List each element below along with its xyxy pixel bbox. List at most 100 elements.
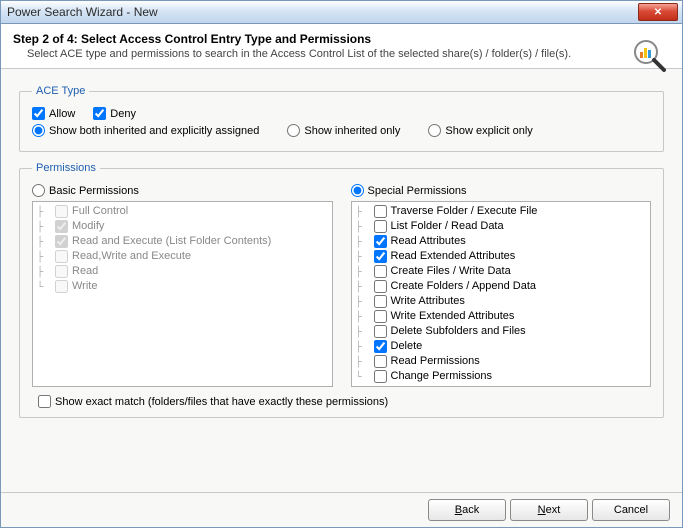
permission-checkbox[interactable] xyxy=(374,370,387,383)
list-item: ├Write Extended Attributes xyxy=(356,309,647,324)
list-item: ├ Modify xyxy=(37,219,328,234)
tree-line-icon: ├ xyxy=(37,265,53,279)
close-icon: ✕ xyxy=(654,7,662,18)
permission-checkbox[interactable] xyxy=(374,325,387,338)
window-title: Power Search Wizard - New xyxy=(7,5,638,19)
permission-label: Read Attributes xyxy=(391,234,466,249)
deny-checkbox[interactable] xyxy=(93,107,106,120)
list-item: ├ Traverse Folder / Execute File xyxy=(356,204,647,219)
permission-label: Read Extended Attributes xyxy=(391,249,516,264)
permission-label: Create Folders / Append Data xyxy=(391,279,537,294)
list-item: ├Read xyxy=(37,264,328,279)
permission-label: Full Control xyxy=(72,204,128,219)
basic-permissions-list[interactable]: ├Full Control├Modify├Read and Execute (L… xyxy=(32,201,333,387)
tree-line-icon: ├ xyxy=(37,205,53,219)
tree-line-icon: ├ xyxy=(356,340,372,354)
permission-checkbox[interactable] xyxy=(374,235,387,248)
step-subtitle: Select ACE type and permissions to searc… xyxy=(27,48,622,60)
tree-line-icon: ├ xyxy=(356,355,372,369)
special-permissions-radio-label[interactable]: Special Permissions xyxy=(351,184,652,197)
permission-checkbox[interactable] xyxy=(374,250,387,263)
permission-checkbox[interactable] xyxy=(374,355,387,368)
list-item: ├ Delete xyxy=(356,339,647,354)
special-permissions-list[interactable]: ├ Traverse Folder / Execute File ├ List Fol… xyxy=(351,201,652,387)
basic-permissions-radio[interactable] xyxy=(32,184,45,197)
tree-line-icon: └ xyxy=(356,370,372,384)
tree-line-icon: ├ xyxy=(356,220,372,234)
show-explicit-text: Show explicit only xyxy=(445,125,532,137)
basic-permissions-radio-label[interactable]: Basic Permissions xyxy=(32,184,333,197)
permission-label: Traverse Folder / Execute File xyxy=(391,204,538,219)
permissions-group: Permissions Basic Permissions ├Full Cont… xyxy=(19,162,664,418)
permission-label: Change Permissions xyxy=(391,369,493,384)
allow-checkbox[interactable] xyxy=(32,107,45,120)
permission-label: Write Attributes xyxy=(391,294,465,309)
search-chart-icon xyxy=(632,38,668,74)
permission-label: List Folder / Read Data xyxy=(391,219,504,234)
permission-label: Read and Execute (List Folder Contents) xyxy=(72,234,271,249)
permission-checkbox[interactable] xyxy=(374,295,387,308)
permission-label: Delete xyxy=(391,339,423,354)
special-permissions-radio[interactable] xyxy=(351,184,364,197)
permission-checkbox[interactable] xyxy=(374,280,387,293)
wizard-window: Power Search Wizard - New ✕ Step 2 of 4:… xyxy=(0,0,683,528)
show-inherited-radio[interactable] xyxy=(287,124,300,137)
permission-label: Write Extended Attributes xyxy=(391,309,515,324)
list-item: ├ Full Control xyxy=(37,204,328,219)
permission-checkbox[interactable] xyxy=(55,220,68,233)
permission-checkbox[interactable] xyxy=(55,280,68,293)
show-both-text: Show both inherited and explicitly assig… xyxy=(49,125,259,137)
tree-line-icon: ├ xyxy=(356,295,372,309)
list-item: ├Delete Subfolders and Files xyxy=(356,324,647,339)
permission-checkbox[interactable] xyxy=(55,235,68,248)
list-item: ├ Write Attributes xyxy=(356,294,647,309)
permission-checkbox[interactable] xyxy=(55,205,68,218)
permission-checkbox[interactable] xyxy=(55,250,68,263)
ace-type-group: ACE Type Allow Deny Show both inherited … xyxy=(19,85,664,152)
list-item: ├ Read Extended Attributes xyxy=(356,249,647,264)
show-explicit-radio-label[interactable]: Show explicit only xyxy=(428,124,532,137)
list-item: ├ List Folder / Read Data xyxy=(356,219,647,234)
permission-checkbox[interactable] xyxy=(374,205,387,218)
deny-checkbox-label[interactable]: Deny xyxy=(93,107,136,120)
cancel-button[interactable]: Cancel xyxy=(592,499,670,521)
special-permissions-column: Special Permissions ├ Traverse Folder / E… xyxy=(351,184,652,387)
deny-text: Deny xyxy=(110,108,136,120)
back-button[interactable]: Back xyxy=(428,499,506,521)
show-explicit-radio[interactable] xyxy=(428,124,441,137)
permission-checkbox[interactable] xyxy=(374,265,387,278)
show-both-radio-label[interactable]: Show both inherited and explicitly assig… xyxy=(32,124,259,137)
list-item: └ Change Permissions xyxy=(356,369,647,384)
permission-checkbox[interactable] xyxy=(374,220,387,233)
permission-checkbox[interactable] xyxy=(55,265,68,278)
next-button[interactable]: Next xyxy=(510,499,588,521)
tree-line-icon: ├ xyxy=(356,205,372,219)
tree-line-icon: ├ xyxy=(37,250,53,264)
tree-line-icon: ├ xyxy=(356,280,372,294)
list-item: └Write xyxy=(37,279,328,294)
window-close-button[interactable]: ✕ xyxy=(638,3,678,21)
special-permissions-text: Special Permissions xyxy=(368,185,467,197)
permission-label: Write xyxy=(72,279,97,294)
tree-line-icon: ├ xyxy=(37,220,53,234)
list-item: ├Read and Execute (List Folder Contents) xyxy=(37,234,328,249)
list-item: ├Read Permissions xyxy=(356,354,647,369)
allow-checkbox-label[interactable]: Allow xyxy=(32,107,75,120)
permission-label: Modify xyxy=(72,219,104,234)
titlebar: Power Search Wizard - New ✕ xyxy=(1,1,682,24)
show-inherited-radio-label[interactable]: Show inherited only xyxy=(287,124,400,137)
tree-line-icon: ├ xyxy=(356,250,372,264)
ace-type-legend: ACE Type xyxy=(32,85,89,97)
list-item: ├ Create Folders / Append Data xyxy=(356,279,647,294)
basic-permissions-column: Basic Permissions ├Full Control├Modify├R… xyxy=(32,184,333,387)
step-title: Step 2 of 4: Select Access Control Entry… xyxy=(13,32,622,46)
show-inherited-text: Show inherited only xyxy=(304,125,400,137)
permission-checkbox[interactable] xyxy=(374,340,387,353)
exact-match-text: Show exact match (folders/files that hav… xyxy=(55,396,388,408)
show-both-radio[interactable] xyxy=(32,124,45,137)
exact-match-checkbox[interactable] xyxy=(38,395,51,408)
permission-checkbox[interactable] xyxy=(374,310,387,323)
content-area: Step 2 of 4: Select Access Control Entry… xyxy=(1,24,682,527)
exact-match-label[interactable]: Show exact match (folders/files that hav… xyxy=(38,395,388,408)
list-item: ├Read,Write and Execute xyxy=(37,249,328,264)
